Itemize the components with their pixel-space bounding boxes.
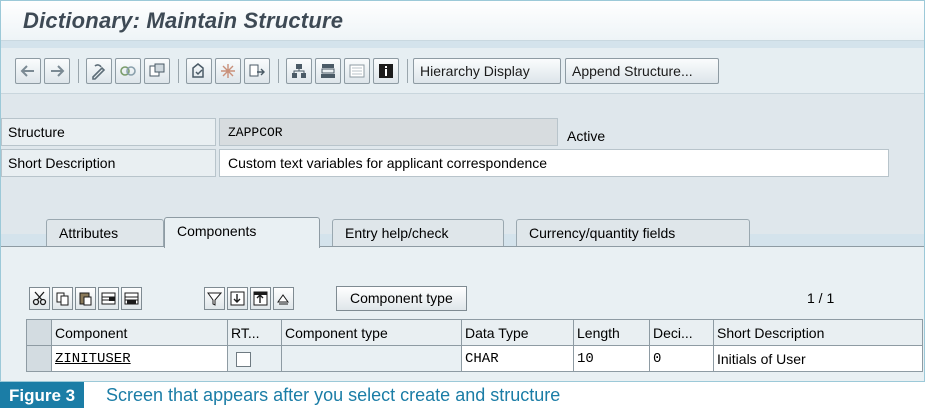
length-cell[interactable]: 10 (573, 345, 650, 372)
figure-caption: Figure 3 Screen that appears after you s… (0, 381, 925, 408)
tab-attributes[interactable]: Attributes (46, 219, 164, 247)
table-header-row: Component RT... Component type Data Type… (26, 319, 923, 346)
select-all-cell[interactable] (26, 319, 52, 346)
component-type-button[interactable]: Component type (336, 286, 467, 311)
sort-up-icon[interactable] (250, 287, 271, 310)
tab-components[interactable]: Components (164, 217, 320, 248)
column-header-decimals[interactable]: Deci... (649, 319, 714, 346)
information-icon[interactable] (373, 58, 399, 84)
short-description-label: Short Description (1, 149, 216, 177)
tab-strip: Attributes Components Entry help/check C… (1, 211, 924, 248)
tab-currency-quantity-fields[interactable]: Currency/quantity fields (516, 219, 750, 247)
column-header-rt[interactable]: RT... (227, 319, 282, 346)
rt-checkbox[interactable] (236, 351, 251, 367)
title-bar: Dictionary: Maintain Structure (1, 1, 924, 41)
object-list-icon[interactable] (286, 58, 312, 84)
check-icon[interactable] (186, 58, 212, 84)
sap-window: Dictionary: Maintain Structure Hierarchy… (0, 0, 925, 408)
toolbar-separator (78, 59, 79, 83)
window-title: Dictionary: Maintain Structure (23, 8, 344, 33)
cut-icon[interactable] (29, 287, 50, 310)
toolbar-separator (178, 59, 179, 83)
display-object-list-icon[interactable] (344, 58, 370, 84)
table-row: ZINITUSER CHAR 10 0 Initials of User (26, 345, 923, 372)
components-table: Component RT... Component type Data Type… (26, 319, 923, 372)
component-type-cell[interactable] (281, 345, 462, 372)
navigation-window-icon[interactable] (315, 58, 341, 84)
paste-icon[interactable] (75, 287, 96, 310)
decimals-cell[interactable]: 0 (649, 345, 714, 372)
insert-row-icon[interactable] (98, 287, 119, 310)
application-toolbar: Hierarchy Display Append Structure... (1, 48, 924, 94)
hierarchy-display-button[interactable]: Hierarchy Display (413, 58, 561, 84)
toolbar-separator (407, 59, 408, 83)
where-used-icon[interactable] (244, 58, 270, 84)
row-selector[interactable] (26, 345, 52, 372)
tab-entry-help-check[interactable]: Entry help/check (332, 219, 504, 247)
page-indicator: 1 / 1 (807, 290, 835, 306)
column-header-short-description[interactable]: Short Description (713, 319, 923, 346)
column-header-length[interactable]: Length (573, 319, 650, 346)
collapse-icon[interactable] (273, 287, 294, 310)
filter-icon[interactable] (204, 287, 225, 310)
rt-cell[interactable] (227, 345, 282, 372)
toolbar-separator (278, 59, 279, 83)
activate-icon[interactable] (215, 58, 241, 84)
column-header-data-type[interactable]: Data Type (461, 319, 574, 346)
figure-caption-text: Screen that appears after you select cre… (106, 385, 561, 405)
data-type-cell[interactable]: CHAR (461, 345, 574, 372)
short-description-cell[interactable]: Initials of User (713, 345, 923, 372)
delete-row-icon[interactable] (121, 287, 142, 310)
back-icon[interactable] (15, 58, 41, 84)
active-inactive-icon[interactable] (115, 58, 141, 84)
structure-field: ZAPPCOR (219, 118, 558, 146)
append-structure-button[interactable]: Append Structure... (565, 58, 719, 84)
structure-label: Structure (1, 118, 216, 146)
forward-icon[interactable] (44, 58, 70, 84)
component-cell[interactable]: ZINITUSER (51, 345, 228, 372)
other-object-icon[interactable] (144, 58, 170, 84)
sort-down-icon[interactable] (227, 287, 248, 310)
copy-icon[interactable] (52, 287, 73, 310)
change-display-icon[interactable] (86, 58, 112, 84)
short-description-field[interactable]: Custom text variables for applicant corr… (219, 149, 889, 177)
structure-status: Active (567, 128, 606, 144)
figure-label: Figure 3 (0, 382, 85, 408)
column-header-component-type[interactable]: Component type (281, 319, 462, 346)
column-header-component[interactable]: Component (51, 319, 228, 346)
